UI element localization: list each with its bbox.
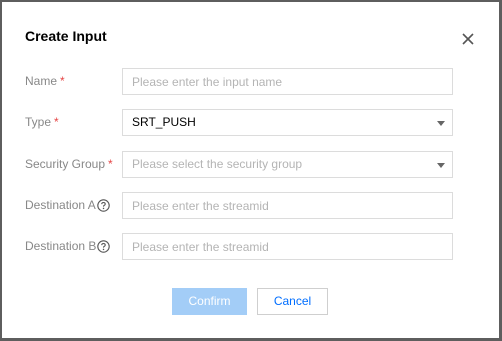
security-group-label-text: Security Group xyxy=(25,157,106,171)
type-selected-value: SRT_PUSH xyxy=(132,115,196,129)
destination-b-label-text: Destination B xyxy=(25,239,97,253)
type-label: Type * xyxy=(25,115,59,129)
name-field[interactable] xyxy=(122,68,453,95)
security-group-label: Security Group * xyxy=(25,157,113,171)
name-label-text: Name xyxy=(25,74,58,88)
required-marker: * xyxy=(108,157,113,171)
confirm-button[interactable]: Confirm xyxy=(172,288,247,315)
type-select[interactable]: SRT_PUSH xyxy=(122,109,453,136)
required-marker: * xyxy=(54,115,59,129)
security-group-select[interactable]: Please select the security group xyxy=(122,151,453,178)
destination-b-label: Destination B xyxy=(25,239,111,253)
security-group-placeholder: Please select the security group xyxy=(132,157,303,171)
close-icon[interactable] xyxy=(458,29,478,49)
type-row: Type * SRT_PUSH xyxy=(25,109,455,136)
create-input-dialog: Create Input Name * Type * SRT_PUSH Secu… xyxy=(2,2,499,338)
destination-a-row: Destination A xyxy=(25,192,455,219)
destination-a-input[interactable] xyxy=(132,193,443,218)
dialog-title: Create Input xyxy=(25,28,107,44)
destination-a-label-text: Destination A xyxy=(25,198,96,212)
chevron-down-icon xyxy=(437,163,445,168)
destination-a-field[interactable] xyxy=(122,192,453,219)
security-group-row: Security Group * Please select the secur… xyxy=(25,151,455,178)
name-label: Name * xyxy=(25,74,65,88)
destination-b-field[interactable] xyxy=(122,233,453,260)
cancel-button[interactable]: Cancel xyxy=(257,288,328,315)
type-label-text: Type xyxy=(25,115,52,129)
chevron-down-icon xyxy=(437,121,445,126)
destination-b-row: Destination B xyxy=(25,233,455,260)
name-input[interactable] xyxy=(132,69,443,94)
question-circle-icon[interactable] xyxy=(96,198,110,212)
question-circle-icon[interactable] xyxy=(97,239,111,253)
required-marker: * xyxy=(60,74,65,88)
name-row: Name * xyxy=(25,68,455,95)
destination-b-input[interactable] xyxy=(132,234,443,259)
destination-a-label: Destination A xyxy=(25,198,110,212)
